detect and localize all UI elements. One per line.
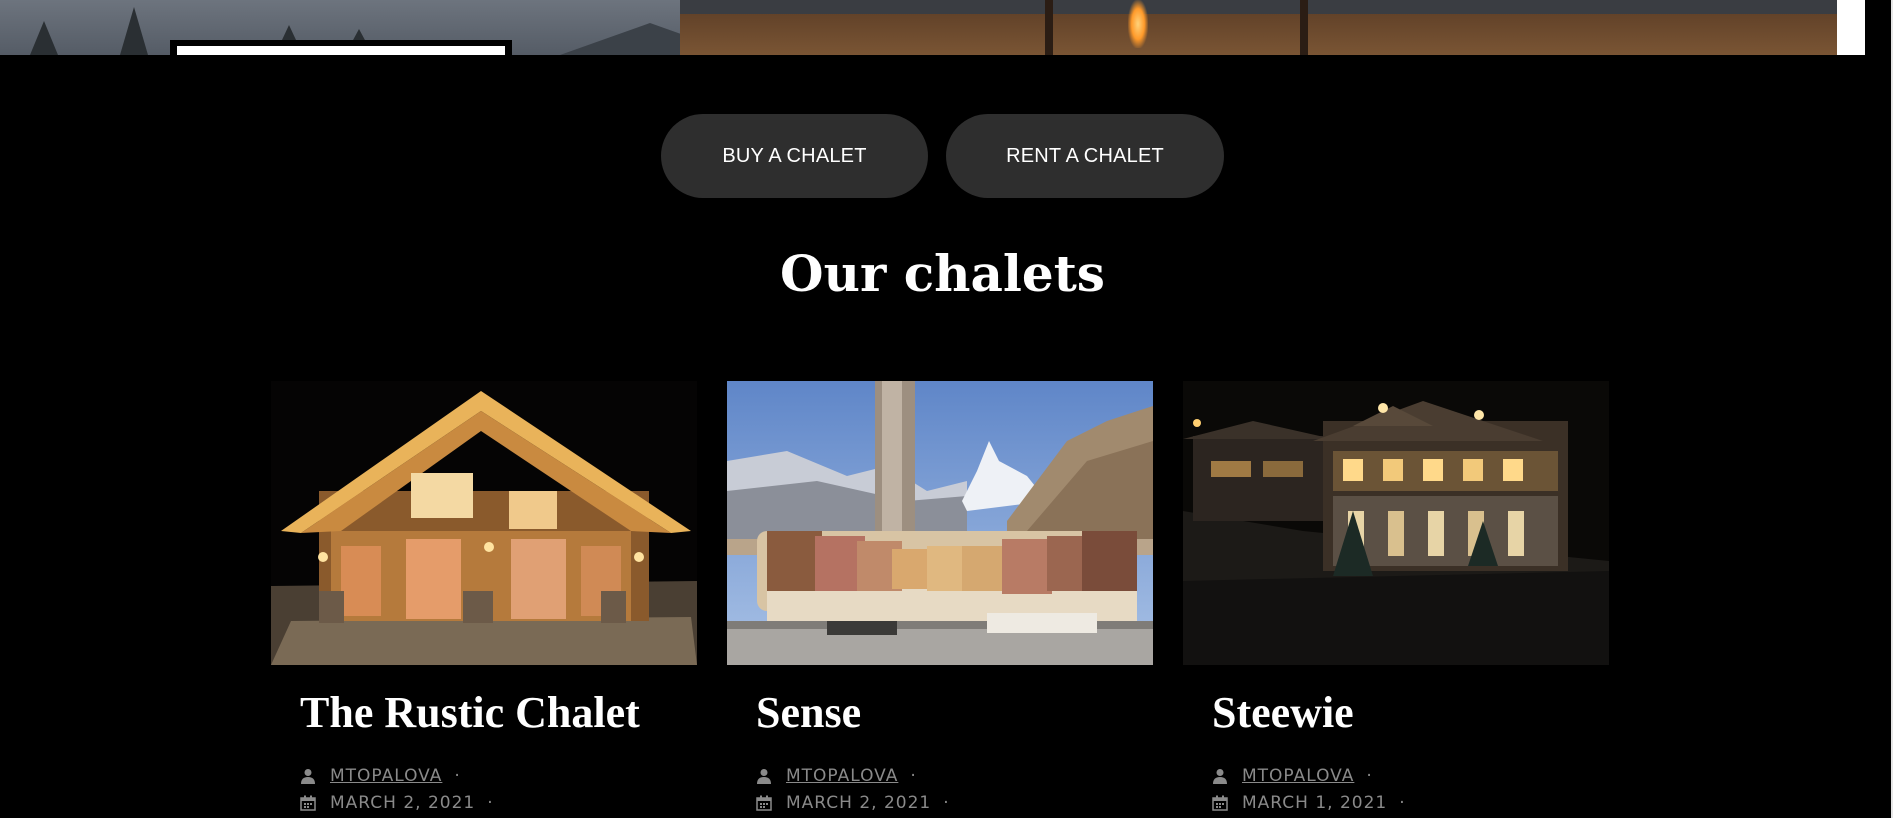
chalet-card: Steewie MTOPALOVA · MARCH 1, 2021 ·: [1183, 381, 1609, 813]
chalet-card: Sense MTOPALOVA · MARCH 2, 2021 ·: [727, 381, 1153, 813]
chalet-title[interactable]: Sense: [756, 687, 861, 738]
author-link[interactable]: MTOPALOVA: [1242, 766, 1354, 786]
calendar-icon: [756, 795, 772, 811]
living-room-mountain-view-photo-icon: [727, 381, 1153, 665]
meta-separator: ·: [1399, 793, 1406, 813]
post-author: MTOPALOVA ·: [300, 766, 461, 786]
post-author: MTOPALOVA ·: [1212, 766, 1373, 786]
date-text: MARCH 2, 2021: [330, 793, 476, 813]
date-text: MARCH 1, 2021: [1242, 793, 1388, 813]
calendar-icon: [1212, 795, 1228, 811]
chalet-night-photo-icon: [271, 381, 697, 665]
post-date: MARCH 2, 2021 ·: [300, 793, 494, 813]
calendar-icon: [300, 795, 316, 811]
meta-separator: ·: [454, 766, 461, 786]
page: BUY A CHALET RENT A CHALET Our chalets T…: [0, 0, 1893, 818]
user-icon: [757, 769, 771, 784]
meta-separator: ·: [943, 793, 950, 813]
chalet-thumbnail[interactable]: [727, 381, 1153, 665]
post-date: MARCH 2, 2021 ·: [756, 793, 950, 813]
author-link[interactable]: MTOPALOVA: [330, 766, 442, 786]
user-icon: [1213, 769, 1227, 784]
hero-caption-box-inner: [177, 46, 505, 55]
meta-separator: ·: [910, 766, 917, 786]
chalet-title[interactable]: The Rustic Chalet: [300, 687, 640, 738]
date-text: MARCH 2, 2021: [786, 793, 932, 813]
chalet-thumbnail[interactable]: [1183, 381, 1609, 665]
buy-a-chalet-button[interactable]: BUY A CHALET: [661, 114, 928, 198]
post-date: MARCH 1, 2021 ·: [1212, 793, 1406, 813]
chalet-thumbnail[interactable]: [271, 381, 697, 665]
post-author: MTOPALOVA ·: [756, 766, 917, 786]
chalet-lit-at-night-photo-icon: [1183, 381, 1609, 665]
section-title: Our chalets: [780, 244, 1105, 303]
user-icon: [301, 769, 315, 784]
rent-a-chalet-button[interactable]: RENT A CHALET: [946, 114, 1224, 198]
meta-separator: ·: [487, 793, 494, 813]
meta-separator: ·: [1366, 766, 1373, 786]
chalet-title[interactable]: Steewie: [1212, 687, 1354, 738]
chalet-card: The Rustic Chalet MTOPALOVA · MARCH 2, 2: [271, 381, 697, 813]
author-link[interactable]: MTOPALOVA: [786, 766, 898, 786]
